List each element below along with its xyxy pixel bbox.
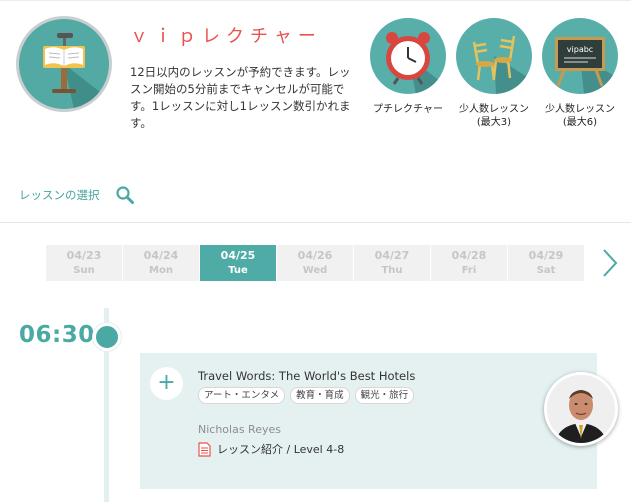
feature-label: 少人数レッスン (最大6) [545, 104, 615, 128]
chalkboard-text: vipabc [567, 45, 593, 54]
chalkboard-icon: vipabc [542, 18, 618, 94]
weekday-label: Sun [73, 265, 95, 276]
lesson-tags: アート・エンタメ 教育・育成 観光・旅行 [198, 387, 419, 404]
date-tab-fri[interactable]: 04/28 Fri [431, 245, 507, 281]
feature-label: 少人数レッスン (最大3) [459, 104, 529, 128]
lesson-select-label: レッスンの選択 [19, 188, 100, 202]
chevron-right-icon[interactable] [598, 246, 622, 280]
weekday-label: Sat [536, 265, 556, 276]
date-tab-tue[interactable]: 04/25 Tue [200, 245, 276, 281]
date-label: 04/23 [66, 249, 102, 262]
teacher-name: Nicholas Reyes [198, 423, 281, 436]
weekday-label: Fri [461, 265, 477, 276]
date-tab-sun[interactable]: 04/23 Sun [46, 245, 122, 281]
two-chairs-icon [456, 18, 532, 94]
date-tab-wed[interactable]: 04/26 Wed [277, 245, 353, 281]
add-lesson-button[interactable]: + [150, 367, 183, 400]
document-icon [198, 441, 211, 457]
course-title: ｖｉｐレクチャー [130, 26, 322, 47]
course-description: 12日以内のレッスンが予約できます。レッスン開始の5分前までキャンセルが可能です… [130, 65, 351, 130]
date-label: 04/25 [220, 249, 256, 262]
tag: 観光・旅行 [354, 387, 415, 404]
feature-small-group-6: vipabc 少人数レッスン (最大6) [540, 18, 620, 129]
date-label: 04/24 [143, 249, 179, 262]
weekday-label: Thu [381, 265, 403, 276]
lecture-book-icon [16, 16, 112, 112]
weekday-label: Wed [302, 265, 328, 276]
date-label: 04/27 [374, 249, 410, 262]
weekday-label: Tue [228, 265, 248, 276]
time-label: 06:30 [19, 322, 95, 348]
top-divider [0, 0, 631, 1]
weekday-label: Mon [149, 265, 173, 276]
section-divider [0, 222, 631, 223]
date-label: 04/28 [451, 249, 487, 262]
lesson-intro-text: レッスン紹介 / Level 4-8 [217, 443, 345, 456]
alarm-clock-icon [370, 18, 446, 94]
tag: 教育・育成 [290, 387, 350, 404]
feature-petit-lecture: プチレクチャー [368, 18, 448, 116]
date-tab-thu[interactable]: 04/27 Thu [354, 245, 430, 281]
date-strip: 04/23 Sun 04/24 Mon 04/25 Tue 04/26 Wed 04/27 Thu… [46, 245, 585, 281]
feature-small-group-3: 少人数レッスン (最大3) [454, 18, 534, 129]
tag: アート・エンタメ [198, 387, 286, 404]
search-icon[interactable] [115, 185, 135, 205]
lesson-select-row: レッスンの選択 [19, 185, 135, 205]
date-tab-mon[interactable]: 04/24 Mon [123, 245, 199, 281]
date-tab-sat[interactable]: 04/29 Sat [508, 245, 584, 281]
lesson-intro-link[interactable]: レッスン紹介 / Level 4-8 [198, 441, 344, 457]
date-label: 04/26 [297, 249, 333, 262]
feature-label: プチレクチャー [373, 104, 443, 115]
lesson-title[interactable]: Travel Words: The World's Best Hotels [198, 369, 415, 383]
date-label: 04/29 [528, 249, 564, 262]
timeline-dot [93, 323, 121, 351]
teacher-avatar[interactable] [544, 372, 618, 446]
lesson-card: + Travel Words: The World's Best Hotels … [140, 353, 597, 489]
